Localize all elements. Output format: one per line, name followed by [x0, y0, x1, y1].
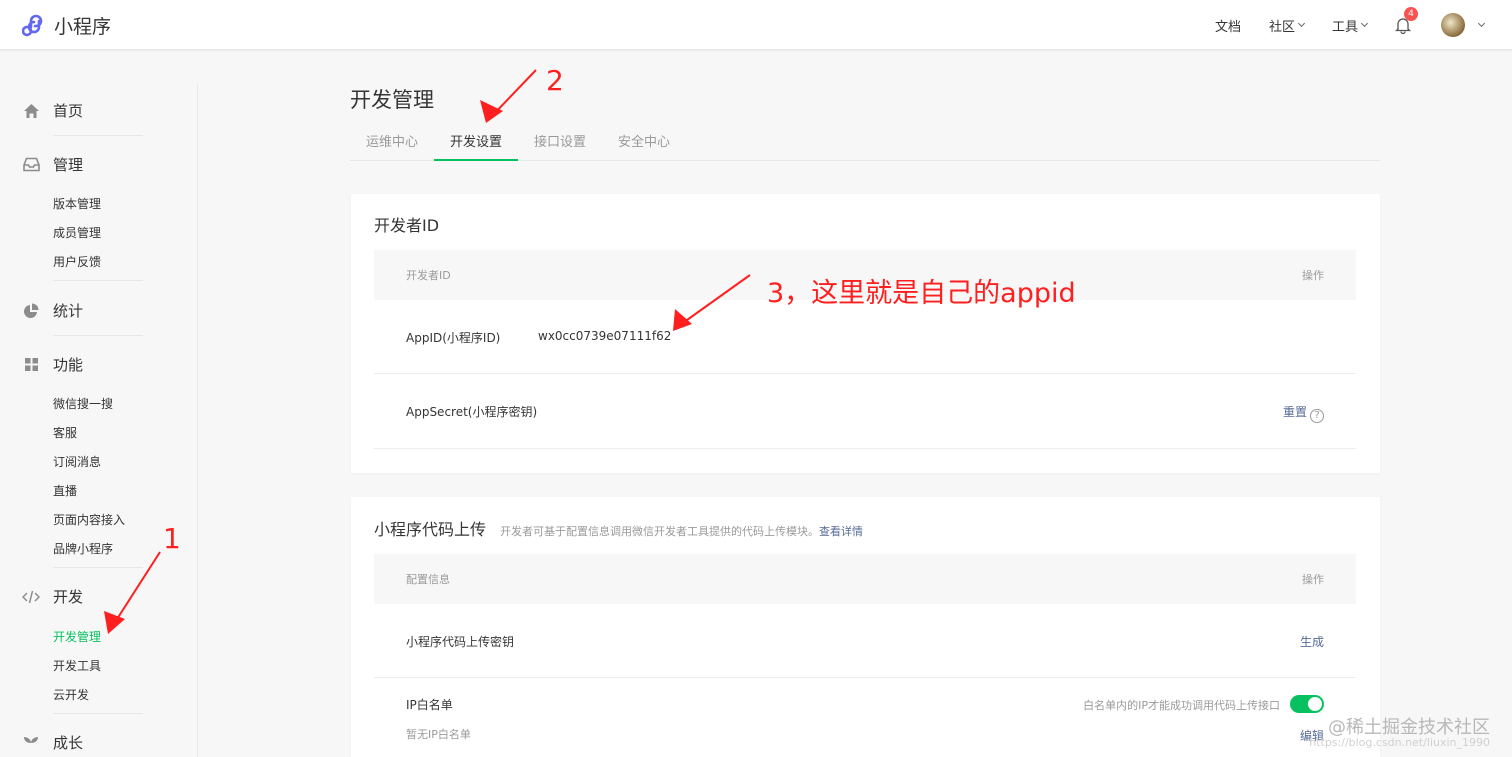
arrow-to-dev-settings-tab	[480, 69, 537, 123]
annotation-3: 3，这里就是自己的appid	[767, 278, 1076, 309]
annotation-arrows	[104, 69, 751, 634]
arrow-to-appid	[673, 274, 751, 331]
annotation-2: 2	[546, 64, 564, 97]
annotation-1: 1	[163, 522, 181, 555]
arrow-to-dev-manage	[104, 551, 161, 634]
watermark-url: https://blog.csdn.net/liuxin_1990	[1309, 736, 1490, 749]
